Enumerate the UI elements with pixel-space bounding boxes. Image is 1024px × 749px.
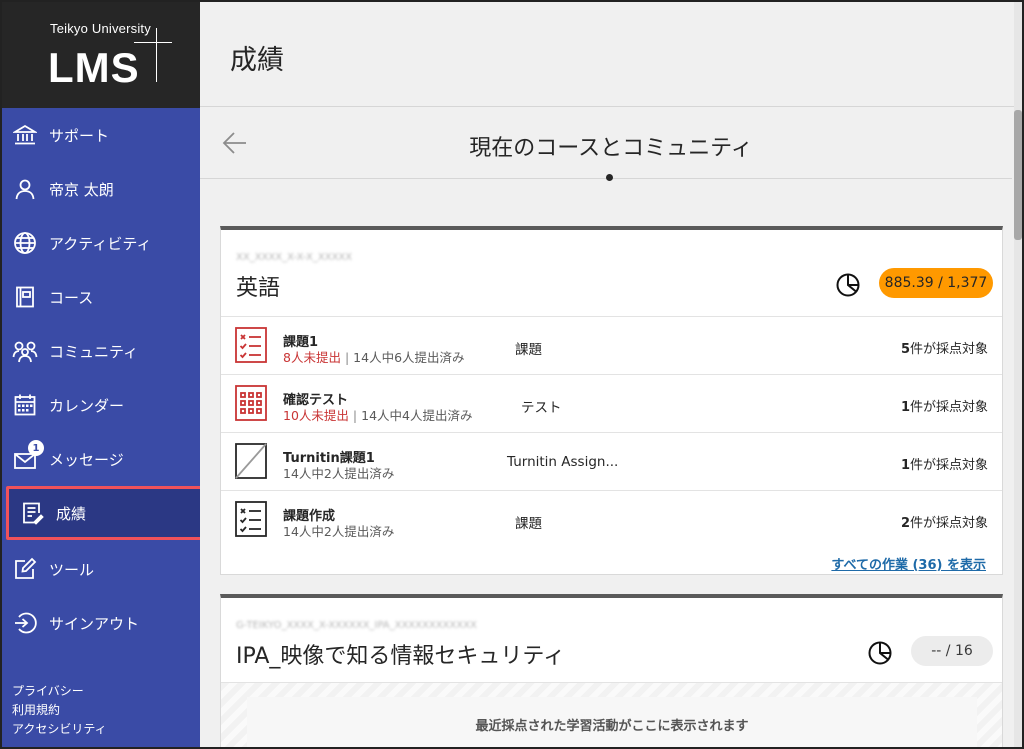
nav-label: コース <box>49 288 94 307</box>
gradable-item-row[interactable]: 課題作成 14人中2人提出済み 課題 2件が採点対象 <box>221 490 1002 548</box>
grading-suffix: 件が採点対象 <box>909 342 988 357</box>
submitted-count: 14人中4人提出済み <box>361 408 473 423</box>
grading-number: 1 <box>900 458 910 473</box>
grading-number: 2 <box>900 516 910 531</box>
item-type: 課題 <box>515 342 542 358</box>
course-card: XX_XXXX_X-X-X_XXXXX 英語 885.39 / 1,377 課題… <box>220 226 1003 575</box>
grade-value: 885.39 / 1,377 <box>884 275 988 291</box>
nav-item-activity[interactable]: アクティビティ <box>2 216 200 270</box>
test-icon <box>233 383 269 423</box>
sign-out-icon <box>12 610 38 636</box>
nav-label: サインアウト <box>49 614 140 633</box>
footer-links: プライバシー 利用規約 アクセシビリティ <box>12 682 107 739</box>
privacy-link[interactable]: プライバシー <box>12 682 107 701</box>
grading-suffix: 件が採点対象 <box>909 458 988 473</box>
grading-suffix: 件が採点対象 <box>909 516 988 531</box>
missing-count: 8人未提出 <box>283 350 341 365</box>
course-card: G-TEIKYO_XXXX_X-XXXXXX_IPA_XXXXXXXXXXXX … <box>220 594 1003 749</box>
grade-value: -- / 16 <box>931 643 973 659</box>
course-name[interactable]: IPA_映像で知る情報セキュリティ <box>236 638 565 670</box>
people-icon <box>12 338 38 364</box>
nav-item-calendar[interactable]: カレンダー <box>2 378 200 432</box>
logo-cross-horizontal <box>134 42 172 43</box>
tools-icon <box>12 556 38 582</box>
nav-item-grades[interactable]: 成績 <box>6 486 204 540</box>
view-all-work-link[interactable]: すべての作業 (36) を表示 <box>831 554 986 573</box>
course-id: XX_XXXX_X-X-X_XXXXX <box>236 252 353 263</box>
nav-label: メッセージ <box>49 450 124 469</box>
gradable-item-row[interactable]: Turnitin課題1 14人中2人提出済み Turnitin Assign..… <box>221 432 1002 490</box>
nav-label: カレンダー <box>49 396 125 415</box>
gradable-item-row[interactable]: 課題1 8人未提出 | 14人中6人提出済み 課題 5件が採点対象 <box>221 316 1002 374</box>
nav-item-support[interactable]: サポート <box>2 108 200 162</box>
item-status: 8人未提出 | 14人中6人提出済み <box>283 347 465 366</box>
nav-label: サポート <box>49 126 110 145</box>
main-content: 成績 現在のコースとコミュニティ XX_XXXX_X-X-X_XXXXX 英語 … <box>200 2 1022 749</box>
grading-number: 1 <box>900 400 910 415</box>
divider <box>200 106 1022 107</box>
grading-count: 2件が採点対象 <box>901 512 988 531</box>
user-icon <box>12 176 38 202</box>
item-status: 10人未提出 | 14人中4人提出済み <box>283 405 472 424</box>
item-type: Turnitin Assign... <box>507 454 619 470</box>
carousel-dot[interactable] <box>606 174 613 181</box>
course-id: G-TEIKYO_XXXX_X-XXXXXX_IPA_XXXXXXXXXXXX <box>236 620 477 631</box>
gradable-item-row[interactable]: 確認テスト 10人未提出 | 14人中4人提出済み テスト 1件が採点対象 <box>221 374 1002 432</box>
nav-label: アクティビティ <box>49 234 152 253</box>
course-name[interactable]: 英語 <box>236 270 280 302</box>
nav-label: ツール <box>49 560 95 579</box>
brand-university: Teikyo University <box>50 21 151 36</box>
grading-suffix: 件が採点対象 <box>909 400 988 415</box>
globe-icon <box>12 230 38 256</box>
nav-item-community[interactable]: コミュニティ <box>2 324 200 378</box>
brand-product: LMS <box>48 44 140 91</box>
grade-pill[interactable]: 885.39 / 1,377 <box>879 268 993 298</box>
assignment-outline-icon <box>233 499 269 539</box>
empty-message: 最近採点された学習活動がここに表示されます <box>247 697 977 747</box>
calendar-icon <box>12 392 38 418</box>
accessibility-link[interactable]: アクセシビリティ <box>12 720 107 739</box>
book-icon <box>12 284 38 310</box>
nav-item-courses[interactable]: コース <box>2 270 200 324</box>
pie-chart-icon[interactable] <box>867 640 893 666</box>
logo-cross-vertical <box>156 28 157 82</box>
institution-icon <box>12 122 38 148</box>
sidebar: Teikyo University LMS サポート 帝京 太朗 アクティビティ… <box>2 2 204 747</box>
item-status: 14人中2人提出済み <box>283 466 395 481</box>
grades-icon <box>19 500 45 526</box>
pie-chart-icon[interactable] <box>835 272 861 298</box>
brand-logo[interactable]: Teikyo University LMS <box>2 2 200 108</box>
nav-item-messages[interactable]: 1 メッセージ <box>2 432 200 486</box>
page-title: 成績 <box>230 45 284 76</box>
nav-item-tools[interactable]: ツール <box>2 542 200 596</box>
separator: | <box>344 350 350 365</box>
submitted-count: 14人中6人提出済み <box>353 350 465 365</box>
turnitin-icon <box>233 441 269 481</box>
nav-label: コミュニティ <box>49 342 139 361</box>
nav-label: 帝京 太朗 <box>49 180 114 199</box>
terms-link[interactable]: 利用規約 <box>12 701 107 720</box>
section-title: 現在のコースとコミュニティ <box>469 136 753 161</box>
empty-state: 最近採点された学習活動がここに表示されます <box>221 682 1002 749</box>
missing-count: 10人未提出 <box>283 408 349 423</box>
grading-count: 1件が採点対象 <box>901 396 988 415</box>
item-type: テスト <box>521 400 562 416</box>
grading-number: 5 <box>900 342 910 357</box>
grade-pill[interactable]: -- / 16 <box>911 636 993 666</box>
item-status: 14人中2人提出済み <box>283 524 395 539</box>
item-type: 課題 <box>515 516 542 532</box>
message-count-badge: 1 <box>28 440 44 456</box>
grading-count: 1件が採点対象 <box>901 454 988 473</box>
separator: | <box>352 408 358 423</box>
scrollbar[interactable] <box>1014 2 1022 747</box>
nav-item-profile[interactable]: 帝京 太朗 <box>2 162 200 216</box>
nav-item-sign-out[interactable]: サインアウト <box>2 596 200 650</box>
grading-count: 5件が採点対象 <box>901 338 988 357</box>
nav-label: 成績 <box>56 504 87 523</box>
assignment-icon <box>233 325 269 365</box>
scrollbar-thumb[interactable] <box>1014 110 1022 240</box>
